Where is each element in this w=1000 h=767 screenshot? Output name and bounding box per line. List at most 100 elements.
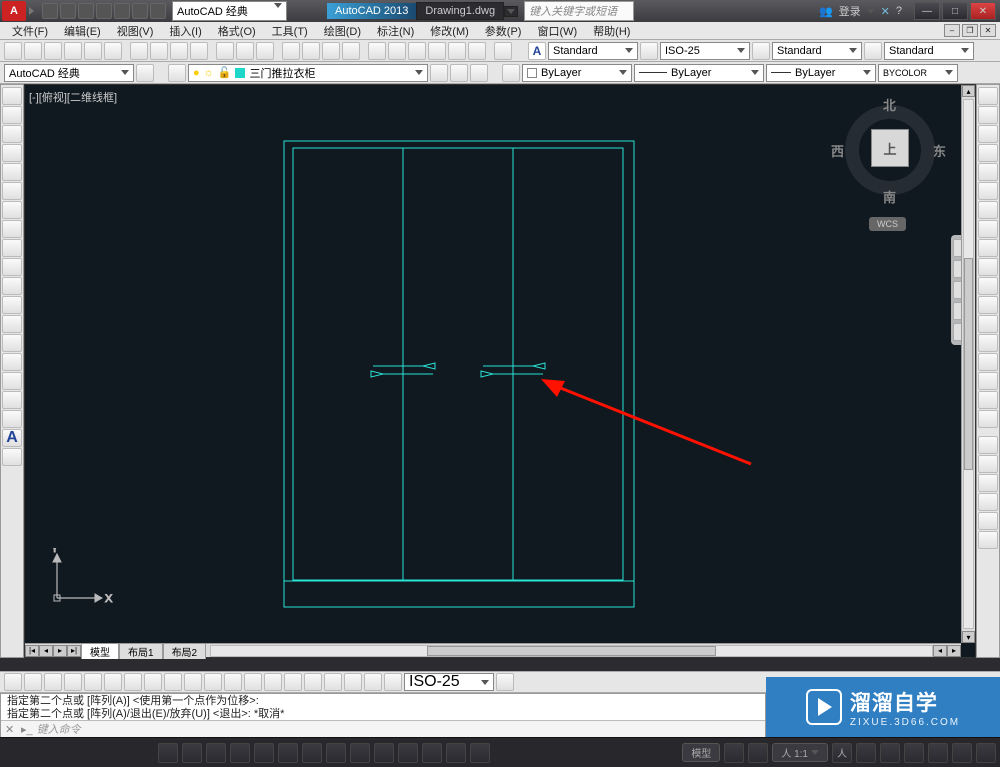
chevron-down-icon[interactable] (867, 9, 875, 14)
draworder4-icon[interactable] (978, 493, 998, 511)
circle-icon[interactable] (2, 201, 22, 219)
menu-format[interactable]: 格式(O) (212, 22, 262, 40)
annoscale-auto-toggle[interactable] (856, 743, 876, 763)
otrack-mode-button[interactable] (302, 743, 322, 763)
help-icon[interactable] (494, 42, 512, 60)
mdi-restore-button[interactable]: ❐ (962, 24, 978, 37)
dim-tedit-icon[interactable] (364, 673, 382, 691)
mdi-minimize-button[interactable]: – (944, 24, 960, 37)
menu-view[interactable]: 视图(V) (111, 22, 160, 40)
dim-angular-icon[interactable] (144, 673, 162, 691)
isolate-objects-button[interactable] (952, 743, 972, 763)
center-mark-icon[interactable] (284, 673, 302, 691)
zoom-previous-icon[interactable] (342, 42, 360, 60)
hscroll-track[interactable] (210, 645, 933, 657)
dim-ordinate-icon[interactable] (64, 673, 82, 691)
chamfer-icon[interactable] (978, 353, 998, 371)
menu-modify[interactable]: 修改(M) (424, 22, 475, 40)
dim-jogged-icon[interactable] (104, 673, 122, 691)
redo-icon[interactable] (256, 42, 274, 60)
revcloud-icon[interactable] (2, 220, 22, 238)
copy-icon[interactable] (150, 42, 168, 60)
menu-draw[interactable]: 绘图(D) (318, 22, 367, 40)
maximize-button[interactable]: □ (942, 2, 968, 20)
menu-window[interactable]: 窗口(W) (531, 22, 583, 40)
scale-icon[interactable] (978, 220, 998, 238)
toolbar-lock-button[interactable] (904, 743, 924, 763)
tab-prev-button[interactable]: ◂ (39, 645, 53, 657)
command-grip-icon[interactable]: ✕ (5, 723, 17, 736)
block-editor-icon[interactable] (216, 42, 234, 60)
ortho-mode-button[interactable] (206, 743, 226, 763)
cut-icon[interactable] (130, 42, 148, 60)
grid-mode-button[interactable] (182, 743, 202, 763)
lineweight-combo[interactable]: ByLayer (766, 64, 876, 82)
paste-icon[interactable] (170, 42, 188, 60)
dim-update-icon[interactable] (384, 673, 402, 691)
copy-obj-icon[interactable] (978, 106, 998, 124)
pline-icon[interactable] (2, 125, 22, 143)
table-icon[interactable] (2, 410, 22, 428)
addselected-icon[interactable] (2, 448, 22, 466)
close-button[interactable]: ✕ (970, 2, 996, 20)
dim-arc-icon[interactable] (44, 673, 62, 691)
menu-help[interactable]: 帮助(H) (587, 22, 636, 40)
tolerance-icon[interactable] (264, 673, 282, 691)
point-icon[interactable] (2, 334, 22, 352)
draworder3-icon[interactable] (978, 474, 998, 492)
qat-redo-icon[interactable] (150, 3, 166, 19)
preview-icon[interactable] (84, 42, 102, 60)
minimize-button[interactable]: — (914, 2, 940, 20)
spline-icon[interactable] (2, 239, 22, 257)
model-space-button[interactable]: 模型 (682, 743, 720, 762)
workspace-selector[interactable]: AutoCAD 经典 (172, 1, 287, 21)
ucs-icon[interactable]: X Y (47, 548, 117, 623)
viewcube-north[interactable]: 北 (883, 95, 896, 114)
menu-insert[interactable]: 插入(I) (163, 22, 207, 40)
qat-undo-icon[interactable] (132, 3, 148, 19)
infocenter-search[interactable]: 键入关键字或短语 (524, 1, 634, 21)
stretch-icon[interactable] (978, 239, 998, 257)
zoom-realtime-icon[interactable] (302, 42, 320, 60)
menu-tools[interactable]: 工具(T) (266, 22, 314, 40)
annoscale-toggle[interactable]: 人 (832, 743, 852, 763)
ellipse-arc-icon[interactable] (2, 277, 22, 295)
quickcalc-icon[interactable] (468, 42, 486, 60)
dim-continue-icon[interactable] (204, 673, 222, 691)
mirror-icon[interactable] (978, 125, 998, 143)
scroll-up-button[interactable]: ▴ (962, 85, 975, 97)
color-combo[interactable]: ByLayer (522, 64, 632, 82)
erase-icon[interactable] (978, 87, 998, 105)
workspace-combo[interactable]: AutoCAD 经典 (4, 64, 134, 82)
plotstyle-combo[interactable]: BYCOLOR (878, 64, 958, 82)
dim-inspect-icon[interactable] (304, 673, 322, 691)
lwt-mode-button[interactable] (374, 743, 394, 763)
tablestyle-combo[interactable]: Standard (772, 42, 862, 60)
publish-icon[interactable] (104, 42, 122, 60)
undo-icon[interactable] (236, 42, 254, 60)
polygon-icon[interactable] (2, 144, 22, 162)
dim-jogline-icon[interactable] (324, 673, 342, 691)
command-window[interactable]: 指定第二个点或 [阵列(A)] <使用第一个点作为位移>: 指定第二个点或 [阵… (0, 693, 766, 737)
qat-open-icon[interactable] (60, 3, 76, 19)
textstyle-icon[interactable]: A (528, 42, 546, 60)
draworder-icon[interactable] (978, 436, 998, 454)
quickview-layouts-button[interactable] (724, 743, 744, 763)
region-icon[interactable] (2, 391, 22, 409)
dim-radius-icon[interactable] (84, 673, 102, 691)
vertical-scrollbar[interactable]: ▴ ▾ (961, 85, 975, 643)
quickview-drawings-button[interactable] (748, 743, 768, 763)
layout1-tab[interactable]: 布局1 (119, 643, 163, 659)
scroll-down-button[interactable]: ▾ (962, 631, 975, 643)
signin-label[interactable]: 登录 (839, 3, 861, 19)
dyn-mode-button[interactable] (350, 743, 370, 763)
drawing-viewport[interactable]: [-][俯视][二维线框] 上 北 南 西 东 WCS (24, 84, 976, 658)
mdi-close-button[interactable]: ✕ (980, 24, 996, 37)
viewcube[interactable]: 上 北 南 西 东 WCS (835, 95, 935, 225)
offset-icon[interactable] (978, 144, 998, 162)
dim-quick-icon[interactable] (164, 673, 182, 691)
break-at-icon[interactable] (978, 296, 998, 314)
viewport-label[interactable]: [-][俯视][二维线框] (29, 89, 117, 105)
dimstyle-manager-icon[interactable] (496, 673, 514, 691)
dimstyle-icon[interactable] (640, 42, 658, 60)
